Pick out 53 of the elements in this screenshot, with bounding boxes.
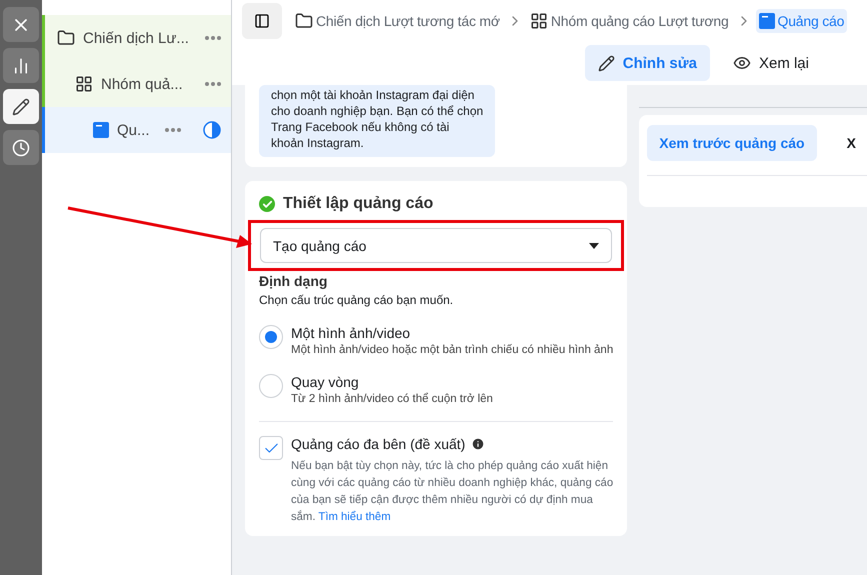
format-hint: Chọn cấu trúc quảng cáo bạn muốn. xyxy=(259,293,454,307)
option-label: Quảng cáo đa bên (đề xuất) xyxy=(291,436,466,452)
eye-icon xyxy=(732,54,751,72)
section-title: Thiết lập quảng cáo xyxy=(283,195,434,213)
sidebar-icon xyxy=(254,13,270,29)
info-text: cho doanh nghiệp bạn. Bạn có thể chọn xyxy=(271,103,483,119)
grid-icon xyxy=(75,75,93,93)
edit-rail-button[interactable] xyxy=(3,89,39,124)
info-text: khoản Instagram. xyxy=(271,135,365,151)
folder-icon xyxy=(295,12,313,30)
close-rail-button[interactable] xyxy=(3,7,39,42)
history-rail-button[interactable] xyxy=(3,130,39,165)
caret-icon xyxy=(589,242,600,248)
folder-icon xyxy=(57,29,75,47)
tree-item-label: Qu... xyxy=(117,122,150,138)
ad-page-icon xyxy=(93,122,109,138)
breadcrumb-link[interactable]: Quảng cáo xyxy=(756,9,848,33)
pencil-icon xyxy=(12,98,30,116)
pencil-icon xyxy=(598,54,615,72)
option-description: Một hình ảnh/video hoặc một bản trình chiếu có nhiều hình ảnh xyxy=(291,344,614,356)
tree-item-label: Nhóm quả... xyxy=(101,76,183,92)
more-icon[interactable] xyxy=(205,82,221,86)
tree-item[interactable]: Chiến dịch Lư... xyxy=(42,15,231,61)
breadcrumb-link[interactable]: Chiến dịch Lượt tương tác mớ xyxy=(292,8,503,34)
checkbox[interactable] xyxy=(259,436,283,460)
radio-button[interactable] xyxy=(259,374,283,398)
option-description: Nếu bạn bật tùy chọn này, tức là cho phép quảng cáo xuất hiện cùng với các quảng cáo từ nhiều doanh nghiệp khác, quảng cáo của bạn sẽ tiếp cận được thêm nhiều người có dự định mua sắm. Tìm hiểu thêm xyxy=(291,459,614,525)
info-text: chọn một tài khoản Instagram đại diện xyxy=(271,87,476,103)
clock-icon xyxy=(12,138,30,156)
grid-icon xyxy=(530,12,548,30)
radio-button[interactable] xyxy=(259,325,283,349)
breadcrumb-link[interactable]: Nhóm quảng cáo Lượt tương xyxy=(526,8,732,34)
option-label: Một hình ảnh/video xyxy=(291,325,412,341)
ad-page-icon xyxy=(758,13,775,29)
review-button[interactable]: Xem lại xyxy=(720,45,822,81)
tree-item-label: Chiến dịch Lư... xyxy=(83,30,189,46)
info-icon xyxy=(471,437,486,451)
sidebar-toggle-button[interactable] xyxy=(242,3,282,39)
edit-button[interactable]: Chỉnh sửa xyxy=(584,45,710,81)
more-icon[interactable] xyxy=(205,36,221,40)
tree-item[interactable]: Nhóm quả... xyxy=(42,61,231,107)
preview-tab[interactable]: Xem trước quảng cáo xyxy=(647,125,817,161)
bar-chart-icon xyxy=(12,56,30,74)
ad-dropdown[interactable]: Tạo quảng cáo xyxy=(260,228,612,263)
tree-item[interactable]: Qu... xyxy=(42,107,231,153)
learn-more-link[interactable]: Tìm hiểu thêm xyxy=(318,511,391,523)
info-text: Trang Facebook nếu không có tài xyxy=(271,119,450,135)
option-description: Từ 2 hình ảnh/video có thể cuộn trở lên xyxy=(291,393,493,405)
chart-rail-button[interactable] xyxy=(3,48,39,83)
preview-tab[interactable]: X xyxy=(834,125,867,161)
option-label: Quay vòng xyxy=(291,374,360,390)
more-icon[interactable] xyxy=(165,128,181,132)
format-heading: Định dạng xyxy=(259,273,328,289)
